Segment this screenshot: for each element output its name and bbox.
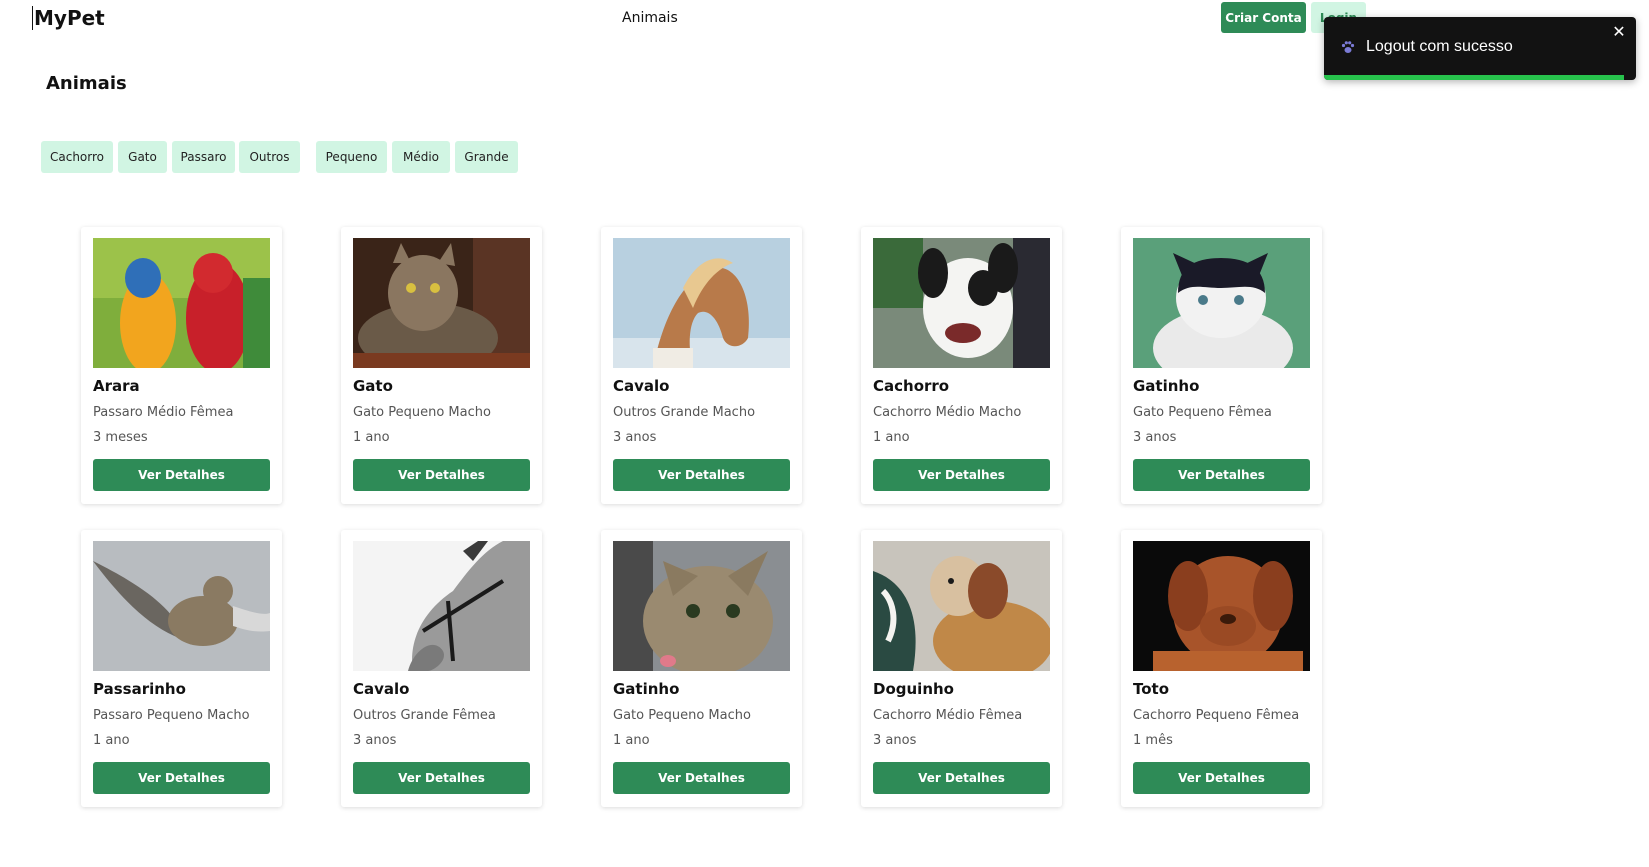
animal-name: Gatinho: [613, 680, 680, 698]
animal-photo: [613, 238, 790, 368]
animal-age: 3 anos: [873, 733, 917, 748]
animal-name: Toto: [1133, 680, 1170, 698]
details-button[interactable]: Ver Detalhes: [613, 459, 790, 491]
animal-description: Cachorro Médio Macho: [873, 405, 1022, 420]
toast-notification: Logout com sucesso ✕: [1324, 17, 1636, 80]
page-title: Animais: [46, 73, 127, 94]
filter-chip-grande[interactable]: Grande: [455, 141, 518, 173]
animal-photo: [353, 238, 530, 368]
animal-card: Arara Passaro Médio Fêmea 3 meses Ver De…: [81, 227, 282, 504]
animal-photo: [93, 238, 270, 368]
details-button[interactable]: Ver Detalhes: [353, 762, 530, 794]
animal-description: Gato Pequeno Macho: [353, 405, 491, 420]
animal-card: Gatinho Gato Pequeno Fêmea 3 anos Ver De…: [1121, 227, 1322, 504]
animal-card: Doguinho Cachorro Médio Fêmea 3 anos Ver…: [861, 530, 1062, 807]
animal-photo: [1133, 541, 1310, 671]
details-button[interactable]: Ver Detalhes: [873, 459, 1050, 491]
animal-card: Cavalo Outros Grande Fêmea 3 anos Ver De…: [341, 530, 542, 807]
filter-chip-pequeno[interactable]: Pequeno: [316, 141, 387, 173]
close-icon[interactable]: ✕: [1610, 23, 1628, 41]
filter-chip-medio[interactable]: Médio: [392, 141, 450, 173]
animal-photo: [353, 541, 530, 671]
animal-card: Cachorro Cachorro Médio Macho 1 ano Ver …: [861, 227, 1062, 504]
animal-card: Gato Gato Pequeno Macho 1 ano Ver Detalh…: [341, 227, 542, 504]
details-button[interactable]: Ver Detalhes: [353, 459, 530, 491]
animal-age: 3 meses: [93, 430, 148, 445]
paw-icon: [1341, 41, 1355, 53]
nav-link-animals[interactable]: Animais: [622, 9, 678, 27]
animal-name: Arara: [93, 377, 140, 395]
animal-card: Gatinho Gato Pequeno Macho 1 ano Ver Det…: [601, 530, 802, 807]
animal-description: Outros Grande Macho: [613, 405, 756, 420]
brand-logo[interactable]: MyPet: [32, 6, 105, 30]
details-button[interactable]: Ver Detalhes: [93, 762, 270, 794]
details-button[interactable]: Ver Detalhes: [613, 762, 790, 794]
animal-description: Outros Grande Fêmea: [353, 708, 496, 723]
animal-name: Cavalo: [353, 680, 410, 698]
animal-description: Gato Pequeno Fêmea: [1133, 405, 1272, 420]
animal-description: Cachorro Pequeno Fêmea: [1133, 708, 1300, 723]
animal-age: 1 mês: [1133, 733, 1173, 748]
filter-chip-passaro[interactable]: Passaro: [172, 141, 235, 173]
animal-photo: [1133, 238, 1310, 368]
animal-name: Passarinho: [93, 680, 186, 698]
animal-photo: [873, 238, 1050, 368]
animal-age: 1 ano: [93, 733, 130, 748]
animal-photo: [613, 541, 790, 671]
filter-chip-cachorro[interactable]: Cachorro: [41, 141, 113, 173]
create-account-button[interactable]: Criar Conta: [1221, 2, 1306, 33]
animal-name: Cachorro: [873, 377, 950, 395]
details-button[interactable]: Ver Detalhes: [93, 459, 270, 491]
animal-description: Gato Pequeno Macho: [613, 708, 751, 723]
animal-age: 1 ano: [873, 430, 910, 445]
animal-age: 3 anos: [353, 733, 397, 748]
toast-progress-bar: [1324, 75, 1624, 80]
animal-photo: [93, 541, 270, 671]
animal-name: Cavalo: [613, 377, 670, 395]
animal-name: Gatinho: [1133, 377, 1200, 395]
filter-chip-gato[interactable]: Gato: [118, 141, 167, 173]
animal-age: 1 ano: [613, 733, 650, 748]
animal-card: Passarinho Passaro Pequeno Macho 1 ano V…: [81, 530, 282, 807]
animal-age: 3 anos: [1133, 430, 1177, 445]
animal-description: Cachorro Médio Fêmea: [873, 708, 1023, 723]
toast-message: Logout com sucesso: [1366, 38, 1513, 55]
animal-description: Passaro Pequeno Macho: [93, 708, 250, 723]
animal-name: Gato: [353, 377, 393, 395]
animal-description: Passaro Médio Fêmea: [93, 405, 234, 420]
animal-age: 3 anos: [613, 430, 657, 445]
animal-card: Cavalo Outros Grande Macho 3 anos Ver De…: [601, 227, 802, 504]
details-button[interactable]: Ver Detalhes: [1133, 762, 1310, 794]
filter-chip-outros[interactable]: Outros: [239, 141, 300, 173]
animal-photo: [873, 541, 1050, 671]
animal-card: Toto Cachorro Pequeno Fêmea 1 mês Ver De…: [1121, 530, 1322, 807]
animal-name: Doguinho: [873, 680, 954, 698]
details-button[interactable]: Ver Detalhes: [1133, 459, 1310, 491]
animal-age: 1 ano: [353, 430, 390, 445]
details-button[interactable]: Ver Detalhes: [873, 762, 1050, 794]
